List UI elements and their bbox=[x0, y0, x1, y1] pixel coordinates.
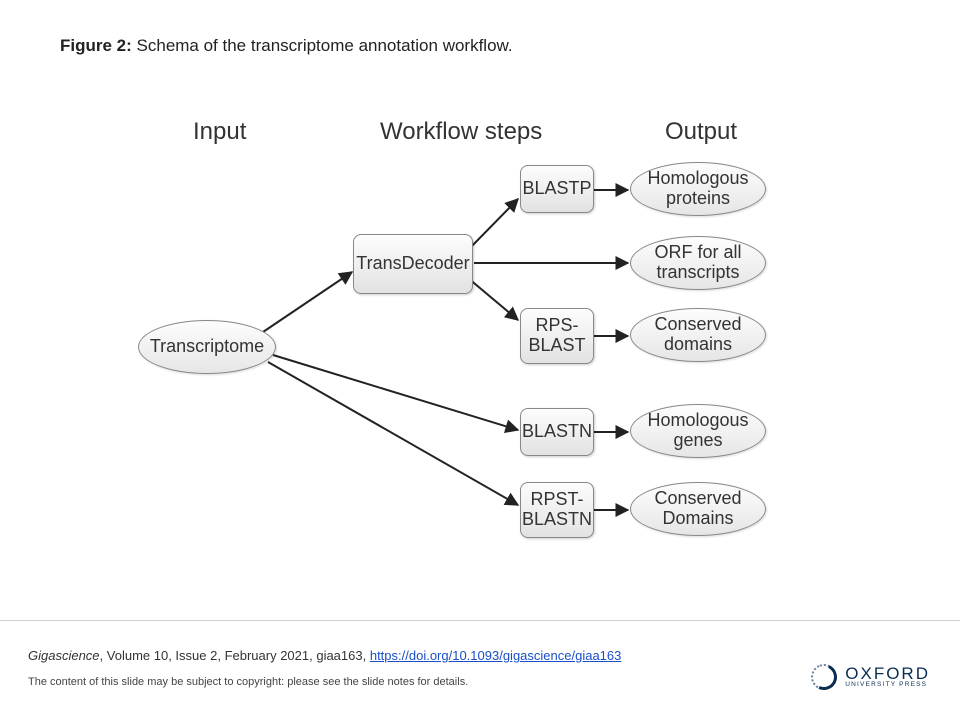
oxford-text: OXFORD UNIVERSITY PRESS bbox=[845, 665, 930, 689]
header-input: Input bbox=[193, 118, 246, 146]
node-blastp: BLASTP bbox=[520, 165, 594, 213]
label-homologous-proteins: Homologous proteins bbox=[647, 169, 748, 209]
label-rpst-blastn: RPST- BLASTN bbox=[522, 490, 592, 530]
node-transcriptome: Transcriptome bbox=[138, 320, 276, 374]
label-rps-blast: RPS- BLAST bbox=[528, 316, 585, 356]
figure-text: Schema of the transcriptome annotation w… bbox=[132, 36, 513, 55]
label-conserved-domains: Conserved domains bbox=[654, 315, 741, 355]
label-transdecoder: TransDecoder bbox=[356, 254, 469, 274]
figure-caption: Figure 2: Schema of the transcriptome an… bbox=[60, 36, 513, 56]
node-orf: ORF for all transcripts bbox=[630, 236, 766, 290]
node-homologous-genes: Homologous genes bbox=[630, 404, 766, 458]
label-blastn: BLASTN bbox=[522, 422, 592, 442]
doi-link[interactable]: https://doi.org/10.1093/gigascience/giaa… bbox=[370, 648, 622, 663]
node-rps-blast: RPS- BLAST bbox=[520, 308, 594, 364]
label-blastp: BLASTP bbox=[522, 179, 591, 199]
oxford-ring-icon bbox=[808, 660, 841, 693]
oxford-name: OXFORD bbox=[845, 665, 930, 682]
diagram-arrows bbox=[0, 0, 960, 720]
copyright-note: The content of this slide may be subject… bbox=[28, 676, 468, 688]
label-conserved-domains-2: Conserved Domains bbox=[654, 489, 741, 529]
node-transdecoder: TransDecoder bbox=[353, 234, 473, 294]
citation-line: Gigascience, Volume 10, Issue 2, Februar… bbox=[28, 648, 621, 663]
label-orf: ORF for all transcripts bbox=[654, 243, 741, 283]
citation-rest: , Volume 10, Issue 2, February 2021, gia… bbox=[100, 648, 370, 663]
publisher-logo: OXFORD UNIVERSITY PRESS bbox=[811, 664, 930, 690]
oxford-sub: UNIVERSITY PRESS bbox=[845, 682, 930, 689]
header-output: Output bbox=[665, 118, 737, 146]
node-conserved-domains-2: Conserved Domains bbox=[630, 482, 766, 536]
node-rpst-blastn: RPST- BLASTN bbox=[520, 482, 594, 538]
citation-journal: Gigascience bbox=[28, 648, 100, 663]
node-conserved-domains: Conserved domains bbox=[630, 308, 766, 362]
label-transcriptome: Transcriptome bbox=[150, 337, 264, 357]
node-blastn: BLASTN bbox=[520, 408, 594, 456]
header-steps: Workflow steps bbox=[380, 118, 542, 146]
footer-divider bbox=[0, 620, 960, 621]
label-homologous-genes: Homologous genes bbox=[647, 411, 748, 451]
node-homologous-proteins: Homologous proteins bbox=[630, 162, 766, 216]
figure-label: Figure 2: bbox=[60, 36, 132, 55]
